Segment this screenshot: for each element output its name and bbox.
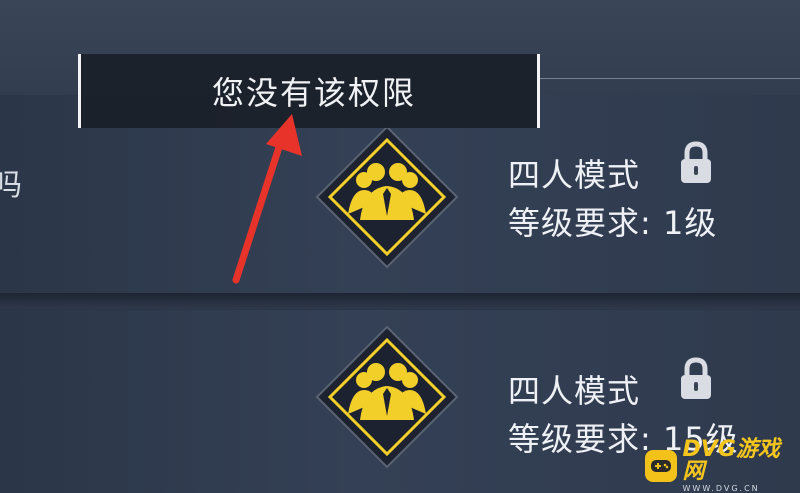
watermark-url: WWW.DVG.CN (682, 484, 760, 493)
team-mode-icon[interactable] (312, 322, 462, 472)
watermark-logo: DVG游戏网 WWW.DVG.CN (645, 439, 800, 493)
mode-title: 四人模式 (508, 156, 641, 194)
mode-title: 四人模式 (508, 372, 641, 410)
header-line (540, 78, 800, 79)
gamepad-icon (645, 450, 677, 482)
row-divider (0, 293, 800, 309)
team-mode-icon[interactable] (312, 122, 462, 272)
lock-icon (681, 141, 711, 183)
lock-icon (681, 357, 711, 399)
level-requirement: 等级要求: 1级 (508, 204, 718, 242)
watermark-title: DVG游戏网 (682, 437, 780, 484)
cut-off-label: 吗 (0, 168, 22, 203)
red-arrow-icon (232, 114, 302, 284)
